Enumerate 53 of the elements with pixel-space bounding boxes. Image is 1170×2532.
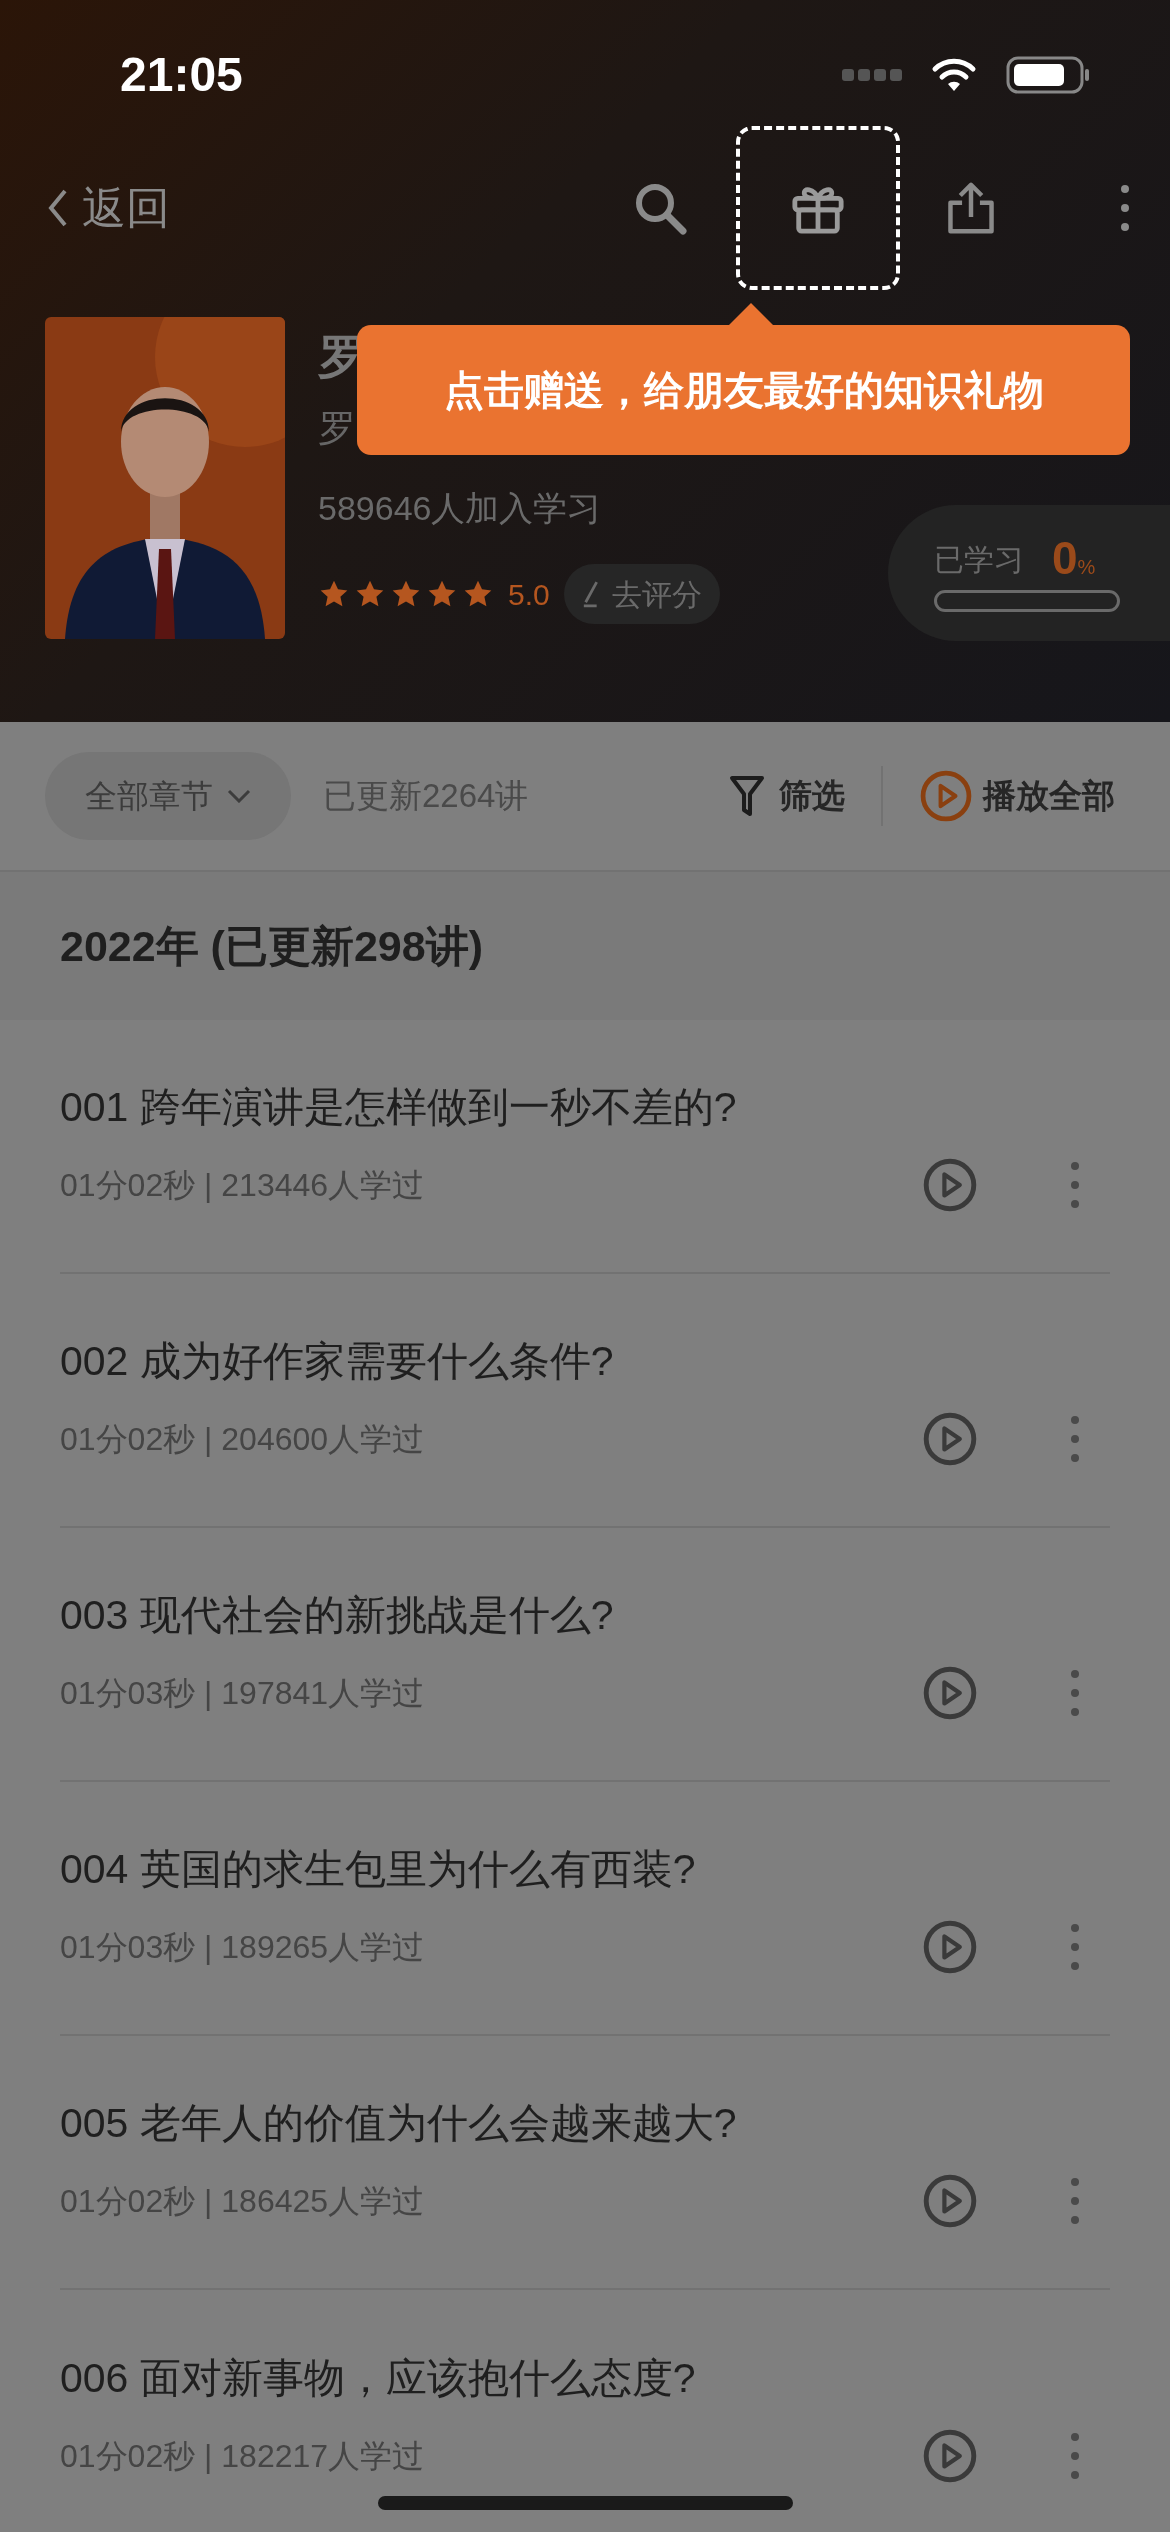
more-icon[interactable]: [1070, 2176, 1080, 2226]
play-button[interactable]: [922, 1411, 978, 1467]
lesson-title[interactable]: 001 跨年演讲是怎样做到一秒不差的?: [60, 1079, 1110, 1135]
play-icon: [922, 1411, 978, 1467]
back-button[interactable]: 返回: [48, 174, 170, 241]
more-icon[interactable]: [1070, 1160, 1080, 1210]
rate-button[interactable]: 去评分: [563, 564, 720, 624]
gift-tooltip: 点击赠送，给朋友最好的知识礼物: [357, 325, 1130, 455]
lesson-meta: 01分02秒 | 182217人学过: [60, 2437, 425, 2476]
progress-percent: 0: [1052, 534, 1078, 582]
chevron-down-icon: [227, 789, 251, 803]
back-chevron-icon: [48, 187, 68, 228]
wifi-icon: [930, 57, 978, 93]
progress-label: 已学习: [934, 542, 1024, 578]
play-button[interactable]: [922, 2173, 978, 2229]
play-icon: [922, 1665, 978, 1721]
more-icon[interactable]: [1070, 1668, 1080, 1718]
lesson-title[interactable]: 002 成为好作家需要什么条件?: [60, 1333, 1110, 1389]
more-icon[interactable]: [1070, 1414, 1080, 1464]
play-icon: [922, 1157, 978, 1213]
play-icon: [922, 2428, 978, 2484]
percent-unit: %: [1077, 556, 1096, 580]
play-all-button[interactable]: 播放全部: [919, 769, 1115, 823]
play-button[interactable]: [922, 2428, 978, 2484]
lesson-meta: 01分02秒 | 213446人学过: [60, 1166, 425, 1205]
play-button[interactable]: [922, 1157, 978, 1213]
lesson-meta: 01分03秒 | 189265人学过: [60, 1928, 425, 1967]
filter-icon: [729, 774, 765, 818]
more-icon[interactable]: [1120, 182, 1130, 233]
filter-button[interactable]: 筛选: [729, 771, 845, 821]
play-button[interactable]: [922, 1665, 978, 1721]
lesson-meta: 01分02秒 | 186425人学过: [60, 2182, 425, 2221]
course-author: 罗: [318, 406, 356, 451]
play-icon: [922, 1919, 978, 1975]
rating-score: 5.0: [508, 576, 550, 613]
signal-icon: [842, 68, 902, 82]
battery-icon: [1006, 56, 1090, 94]
lesson-meta: 01分02秒 | 204600人学过: [60, 1420, 425, 1459]
status-time: 21:05: [120, 47, 243, 103]
play-button[interactable]: [922, 1919, 978, 1975]
learner-count: 589646人加入学习: [318, 488, 603, 529]
more-icon[interactable]: [1070, 1922, 1080, 1972]
chapter-dropdown[interactable]: 全部章节: [45, 752, 291, 840]
lesson-title[interactable]: 004 英国的求生包里为什么有西装?: [60, 1841, 1110, 1897]
gift-highlight-frame[interactable]: [736, 125, 900, 290]
more-icon[interactable]: [1070, 2431, 1080, 2481]
lesson-title[interactable]: 005 老年人的价值为什么会越来越大?: [60, 2095, 1110, 2151]
lesson-title[interactable]: 003 现代社会的新挑战是什么?: [60, 1587, 1110, 1643]
lesson-meta: 01分03秒 | 197841人学过: [60, 1674, 425, 1713]
section-header: 2022年 (已更新298讲): [0, 872, 1170, 1020]
lesson-title[interactable]: 006 面对新事物，应该抱什么态度?: [60, 2350, 1110, 2406]
play-icon: [922, 2173, 978, 2229]
play-circle-icon: [919, 769, 973, 823]
